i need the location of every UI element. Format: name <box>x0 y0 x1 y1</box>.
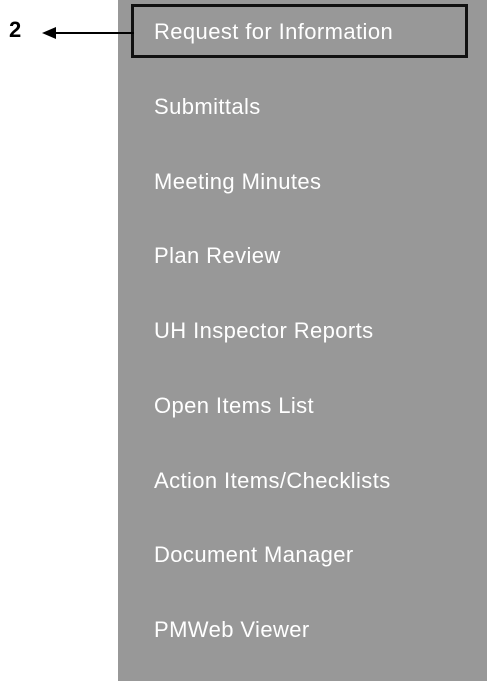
menu-item-pmweb-viewer[interactable]: PMWeb Viewer <box>154 619 310 641</box>
callout-number: 2 <box>9 17 22 42</box>
menu-item-open-items-list[interactable]: Open Items List <box>154 395 314 417</box>
menu-item-request-for-information[interactable]: Request for Information <box>154 21 393 43</box>
menu-item-uh-inspector-reports[interactable]: UH Inspector Reports <box>154 320 374 342</box>
menu-item-document-manager[interactable]: Document Manager <box>154 544 354 566</box>
menu-item-plan-review[interactable]: Plan Review <box>154 245 281 267</box>
menu-item-action-items-checklists[interactable]: Action Items/Checklists <box>154 470 391 492</box>
callout-arrow-icon <box>42 27 134 39</box>
menu-item-meeting-minutes[interactable]: Meeting Minutes <box>154 171 321 193</box>
navigation-menu: Request for Information Submittals Meeti… <box>118 0 487 681</box>
menu-item-submittals[interactable]: Submittals <box>154 96 261 118</box>
